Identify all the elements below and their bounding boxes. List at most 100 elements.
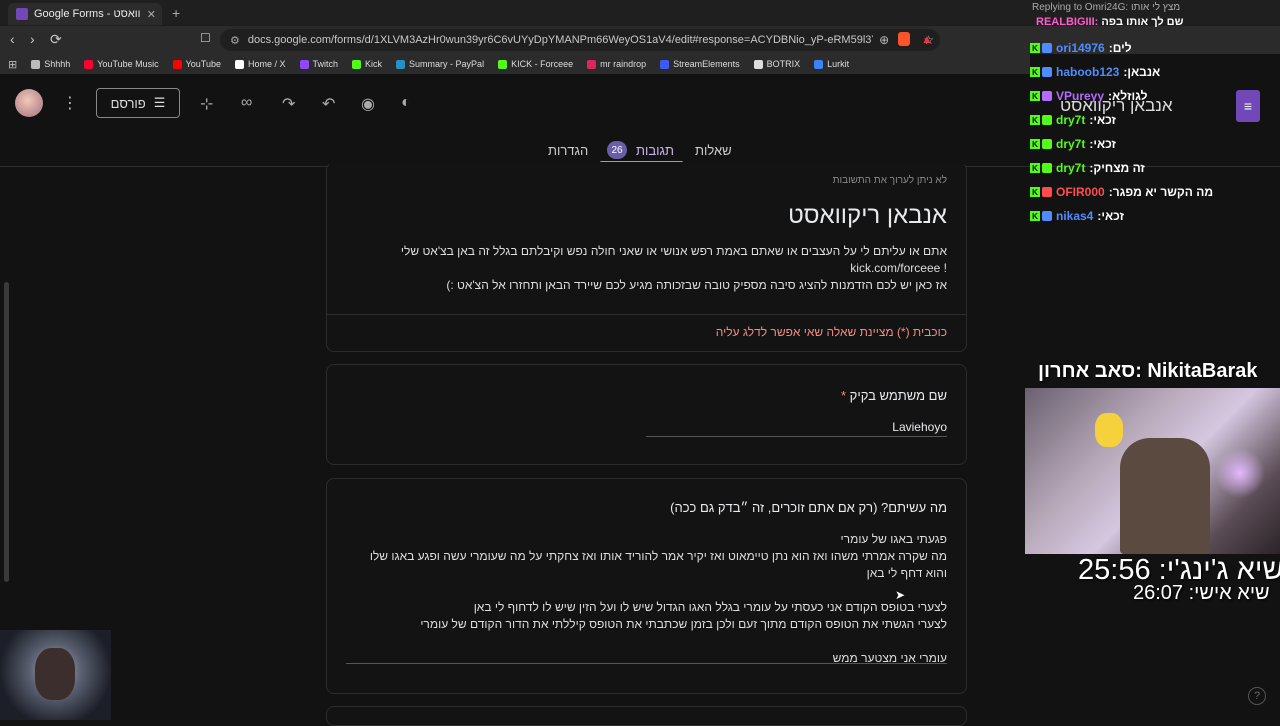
chat-message: Knikas4: זכאי: [1030, 209, 1278, 223]
brave-shields-icon[interactable]: [898, 32, 910, 46]
chat-badge-icon: [1042, 43, 1052, 53]
answer-underline: [646, 436, 947, 437]
tune-icon: ☰: [153, 95, 166, 110]
tab-close-icon[interactable]: ✕: [147, 8, 156, 21]
tab-title: Google Forms - אנבאן ריקוואסט: [34, 8, 141, 20]
chat-text: שם לך אותו בפה: [1101, 16, 1184, 28]
answer-paragraph: פגעתי באגו של עומרי מה שקרה אמרתי משהו וא…: [346, 531, 947, 667]
bookmark-item[interactable]: Twitch: [299, 59, 339, 69]
bookmark-label: YouTube Music: [97, 59, 159, 69]
scrollbar[interactable]: [4, 282, 9, 582]
chat-badge-icon: [1042, 115, 1052, 125]
lurkit-icon: [814, 59, 824, 69]
chat-message: Kdry7t: זכאי: [1030, 113, 1278, 127]
tab-settings[interactable]: הגדרות: [548, 143, 588, 158]
webcam-feed: [1025, 388, 1280, 554]
answer-line: פגעתי באגו של עומרי: [840, 532, 947, 546]
answer-line: מה שקרה אמרתי משהו ואז הוא נתן טיימאוט ו…: [369, 549, 947, 580]
bookmark-item[interactable]: StreamElements: [660, 59, 740, 69]
bookmark-item[interactable]: Summary - PayPal: [396, 59, 484, 69]
chat-username: ori14976: [1056, 41, 1105, 55]
redo-icon[interactable]: ↷: [282, 94, 295, 114]
chat-username: haboob123: [1056, 65, 1120, 79]
streamelements-icon: [660, 59, 670, 69]
tab-responses[interactable]: תגובות: [636, 143, 674, 158]
link-icon[interactable]: ∞: [241, 94, 252, 112]
browser-tab[interactable]: Google Forms - אנבאן ריקוואסט ✕: [8, 3, 162, 25]
chat-text: זכאי: [1093, 113, 1116, 127]
last-sub-label: סאב אחרון: NikitaBarak: [1038, 360, 1258, 382]
x-icon: [235, 59, 244, 69]
kick-icon: [498, 59, 508, 69]
form-description: אתם או עליתם לי על העצבים או שאתם באמת ר…: [400, 243, 947, 294]
kick-badge-icon: K: [1030, 139, 1040, 149]
chat-message: Kori14976: לים: [1030, 41, 1278, 55]
question-card: [326, 364, 967, 465]
description-line: אז כאן יש לכם הזדמנות להציג סיבה מספיק ט…: [446, 278, 947, 292]
chat-username: dry7t: [1056, 137, 1086, 151]
bookmark-label: Twitch: [312, 59, 339, 69]
streamer-avatar-image: [0, 630, 111, 720]
kick-badge-icon: K: [1030, 187, 1040, 197]
publish-button[interactable]: פורסם ☰: [96, 88, 180, 118]
bookmark-item[interactable]: Shhhh: [31, 59, 70, 69]
chat-text: מה הקשר יא מפגר: [1112, 185, 1214, 199]
more-vert-icon[interactable]: ⋮: [62, 93, 78, 113]
kick-badge-icon: K: [1030, 115, 1040, 125]
chat-message: Khaboob123: אנבאן: [1030, 65, 1278, 79]
preview-eye-icon[interactable]: ◉: [361, 94, 375, 114]
chat-username: nikas4: [1056, 209, 1094, 223]
bookmark-item[interactable]: KICK - Forceee: [498, 59, 573, 69]
forward-icon[interactable]: ›: [30, 31, 35, 47]
site-info-icon[interactable]: ⚙: [230, 34, 240, 47]
back-icon[interactable]: ‹: [10, 31, 15, 47]
reply-context: Replying to Omri24G: מצץ לי אותו: [1032, 2, 1181, 13]
required-notice: כוכבית (*) מציינת שאלה שאי אפשר לדלג עלי…: [715, 325, 947, 339]
question-label: מה עשיתם? (רק אם אתם זוכרים, זה ״בדק גם …: [670, 500, 947, 515]
chat-badge-icon: [1042, 163, 1052, 173]
address-bar[interactable]: ⚙ docs.google.com/forms/d/1XLVM3AzHr0wun…: [220, 29, 940, 51]
bookmark-item[interactable]: Kick: [352, 59, 382, 69]
chat-badge-icon: [1042, 187, 1052, 197]
kick-badge-icon: K: [1030, 163, 1040, 173]
kick-badge-icon: K: [1030, 67, 1040, 77]
kick-icon: [352, 59, 362, 69]
bookmark-label: Summary - PayPal: [409, 59, 485, 69]
bookmark-label: YouTube: [185, 59, 221, 69]
kick-badge-icon: K: [1030, 43, 1040, 53]
undo-icon[interactable]: ↶: [322, 94, 335, 114]
avatar-face: [35, 648, 75, 700]
description-line: אתם או עליתם לי על העצבים או שאתם באמת ר…: [400, 244, 947, 258]
google-forms-favicon-icon: [16, 8, 28, 20]
bookmark-label: Home / X: [248, 59, 286, 69]
bookmark-item[interactable]: YouTube: [172, 59, 221, 69]
gaming-chair: [1120, 438, 1210, 554]
lamp-glow: [1215, 448, 1265, 498]
bookmark-item[interactable]: Home / X: [235, 59, 286, 69]
bookmark-item[interactable]: Lurkit: [814, 59, 849, 69]
bookmark-label: KICK - Forceee: [511, 59, 574, 69]
folder-icon: [31, 59, 41, 69]
brave-rewards-icon[interactable]: ▲: [921, 32, 933, 46]
no-edit-notice: לא ניתן לערוך את התשובות: [832, 175, 947, 186]
apps-grid-icon[interactable]: ⊞: [8, 58, 17, 71]
raindrop-icon: [587, 59, 597, 69]
bookmark-icon[interactable]: ☐: [200, 31, 211, 45]
reload-icon[interactable]: ⟳: [50, 31, 62, 48]
bookmark-item[interactable]: BOTRIX: [753, 59, 800, 69]
add-collaborator-icon[interactable]: ⊹: [200, 94, 213, 114]
customize-theme-icon[interactable]: ◐: [401, 94, 411, 112]
new-tab-button[interactable]: +: [172, 5, 180, 21]
bookmark-label: mr raindrop: [600, 59, 647, 69]
bookmarks-bar: ⊞ Shhhh YouTube Music YouTube Home / X Twitc…: [0, 54, 1030, 74]
bookmark-item[interactable]: mr raindrop: [587, 59, 646, 69]
tab-questions[interactable]: שאלות: [695, 143, 732, 158]
description-link[interactable]: kick.com/forceee !: [400, 260, 947, 277]
chat-text: זה מצחיק: [1093, 161, 1145, 175]
bookmark-label: Shhhh: [44, 59, 71, 69]
zoom-icon[interactable]: ⊕: [879, 33, 889, 47]
chat-username: VPureyy: [1056, 89, 1105, 103]
avatar[interactable]: [15, 89, 43, 117]
bookmark-item[interactable]: YouTube Music: [84, 59, 159, 69]
help-icon[interactable]: ?: [1248, 687, 1266, 705]
